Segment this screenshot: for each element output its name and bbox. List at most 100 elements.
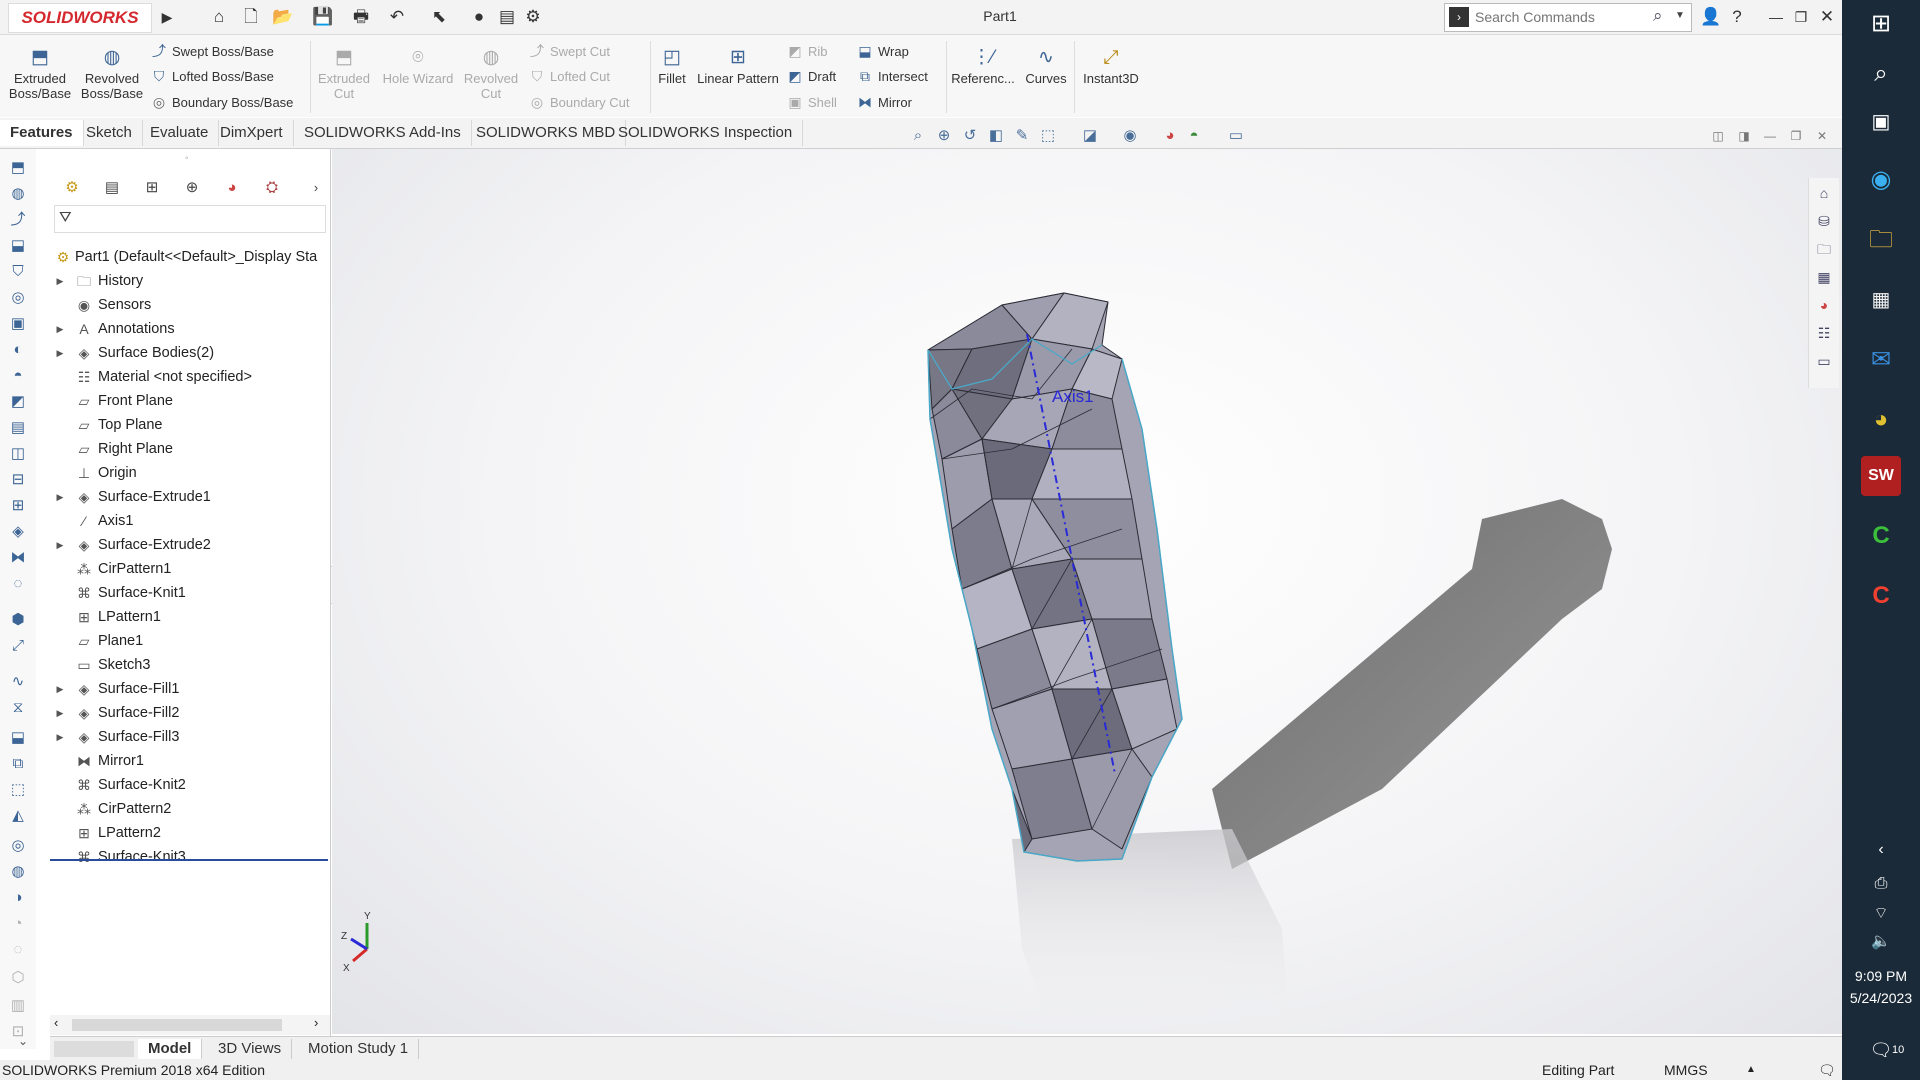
options-gear-icon[interactable]: ⚙ <box>522 6 544 28</box>
viewport-restore-icon[interactable]: ❐ <box>1786 126 1806 146</box>
tab-evaluate[interactable]: Evaluate <box>140 120 220 146</box>
print-icon[interactable]: 🖶 <box>350 6 372 28</box>
search-commands[interactable]: › ⌕ ▼ <box>1444 3 1692 32</box>
tree-item-plane1[interactable]: ▱ Plane1 <box>50 629 330 653</box>
scroll-left-icon[interactable]: ‹ <box>54 1015 58 1030</box>
expand-arrow-icon[interactable]: ▶ <box>54 269 66 293</box>
display-manager-tab-icon[interactable]: ◕ <box>220 177 244 199</box>
tree-item-cirpattern2[interactable]: ⁂ CirPattern2 <box>50 797 330 821</box>
tab-sketch[interactable]: Sketch <box>76 120 143 146</box>
property-manager-tab-icon[interactable]: ▤ <box>100 177 124 199</box>
apply-scene-icon[interactable]: ◓ <box>1184 126 1204 146</box>
lofted-boss-button[interactable]: ⛉ Lofted Boss/Base <box>150 65 274 87</box>
mail-icon[interactable]: ✉ <box>1861 340 1901 380</box>
file-properties-icon[interactable]: ▤ <box>496 6 518 28</box>
feature-shortcut-icon[interactable]: ◍ <box>7 183 29 205</box>
intersect-button[interactable]: ⧉ Intersect <box>856 65 928 87</box>
dynamic-annotation-icon[interactable]: ✎ <box>1012 126 1032 146</box>
feature-shortcut-icon[interactable]: ⧉ <box>7 753 29 775</box>
tabs-more-arrow-icon[interactable]: › <box>304 177 328 199</box>
help-icon[interactable]: ? <box>1726 6 1748 28</box>
previous-view-icon[interactable]: ↺ <box>960 126 980 146</box>
boundary-boss-button[interactable]: ◎ Boundary Boss/Base <box>150 91 294 113</box>
tab-solidworks-inspection[interactable]: SOLIDWORKS Inspection <box>608 120 804 146</box>
expand-arrow-icon[interactable]: ▶ <box>54 341 66 365</box>
tree-item-surface-knit3[interactable]: ⌘ Surface-Knit3 <box>50 845 330 869</box>
feature-shortcut-icon[interactable]: ▥ <box>7 995 29 1017</box>
task-view-icon[interactable]: ▣ <box>1861 102 1901 142</box>
expand-arrow-icon[interactable]: ▶ <box>54 677 66 701</box>
feature-shortcut-icon[interactable]: ⬓ <box>7 727 29 749</box>
file-explorer-icon[interactable]: 🗀 <box>1861 220 1901 260</box>
windows-start-icon[interactable]: ⊞ <box>1861 4 1901 44</box>
revolved-cut-button[interactable]: ◍ Revolved Cut <box>462 35 520 117</box>
design-library-icon[interactable]: ⛁ <box>1814 210 1834 232</box>
instant3d-button[interactable]: ⤢ Instant3D <box>1076 35 1146 117</box>
bottom-tab-model[interactable]: Model <box>138 1039 203 1059</box>
forum-icon[interactable]: ▭ <box>1814 350 1834 372</box>
close-icon[interactable]: ✕ <box>1816 6 1838 28</box>
rebuild-icon[interactable]: ● <box>468 6 490 28</box>
save-icon[interactable]: 💾 <box>312 6 334 28</box>
tab-solidworks-mbd[interactable]: SOLIDWORKS MBD <box>466 120 627 146</box>
mirror-button[interactable]: ⧓ Mirror <box>856 91 912 113</box>
viewport-close-icon[interactable]: ✕ <box>1812 126 1832 146</box>
edge-browser-icon[interactable]: ◉ <box>1861 160 1901 200</box>
tree-item-sensors[interactable]: ◉ Sensors <box>50 293 330 317</box>
feature-shortcut-icon[interactable]: ◭ <box>7 805 29 827</box>
units-menu-arrow-icon[interactable]: ▲ <box>1746 1060 1756 1080</box>
bottom-tab-motion-study-1[interactable]: Motion Study 1 <box>298 1039 420 1059</box>
view-palette-icon[interactable]: ▦ <box>1814 266 1834 288</box>
tree-item-lpattern2[interactable]: ⊞ LPattern2 <box>50 821 330 845</box>
feature-shortcut-icon[interactable]: ⬚ <box>7 779 29 801</box>
tree-item-surface-extrude2[interactable]: ▶ ◈ Surface-Extrude2 <box>50 533 330 557</box>
volume-icon[interactable]: 🔈 <box>1861 922 1901 962</box>
curves-button[interactable]: ∿ Curves <box>1020 35 1072 117</box>
solidworks-resources-icon[interactable]: ⌂ <box>1814 182 1834 204</box>
feature-shortcut-icon[interactable]: ⬓ <box>7 235 29 257</box>
graphics-area[interactable]: Axis1 Y X Z <box>332 149 1842 1034</box>
wrap-button[interactable]: ⬓ Wrap <box>856 40 908 62</box>
feature-shortcut-icon[interactable]: ◍ <box>7 861 29 883</box>
solidworks-taskbar-icon[interactable]: SW <box>1861 456 1901 496</box>
viewport-split-icon[interactable]: ◫ <box>1708 126 1728 146</box>
tree-item-surface-fill2[interactable]: ▶ ◈ Surface-Fill2 <box>50 701 330 725</box>
tree-item-top-plane[interactable]: ▱ Top Plane <box>50 413 330 437</box>
tree-item-surface-bodies-2[interactable]: ▶ ◈ Surface Bodies(2) <box>50 341 330 365</box>
viewport-minimize-icon[interactable]: — <box>1760 126 1780 146</box>
scroll-right-icon[interactable]: › <box>314 1015 318 1030</box>
swept-boss-button[interactable]: ⤴ Swept Boss/Base <box>150 40 274 62</box>
feature-shortcut-icon[interactable]: ◌ <box>7 939 29 961</box>
units-label[interactable]: MMGS <box>1664 1060 1708 1080</box>
feature-shortcut-icon[interactable]: ⊟ <box>7 469 29 491</box>
tab-solidworks-add-ins[interactable]: SOLIDWORKS Add-Ins <box>294 120 472 146</box>
feature-shortcut-icon[interactable]: ∿ <box>7 671 29 693</box>
expand-arrow-icon[interactable]: ▶ <box>54 725 66 749</box>
viewport-tile-icon[interactable]: ◨ <box>1734 126 1754 146</box>
revolved-boss-button[interactable]: ◍ Revolved Boss/Base <box>78 35 146 117</box>
new-document-icon[interactable]: 🗋 <box>240 6 262 28</box>
rollback-bar[interactable] <box>50 859 328 861</box>
microsoft-store-icon[interactable]: ▦ <box>1861 280 1901 320</box>
fillet-button[interactable]: ◰ Fillet <box>652 35 692 117</box>
tab-dimxpert[interactable]: DimXpert <box>210 120 294 146</box>
chevron-down-icon[interactable]: ▼ <box>1675 10 1685 21</box>
dimxpert-manager-tab-icon[interactable]: ⊕ <box>180 177 204 199</box>
tree-item-front-plane[interactable]: ▱ Front Plane <box>50 389 330 413</box>
clock-time[interactable]: 9:09 PM <box>1842 968 1920 984</box>
camtasia-green-icon[interactable]: C <box>1861 516 1901 556</box>
cam-manager-tab-icon[interactable]: ⛭ <box>260 177 284 199</box>
zoom-to-fit-icon[interactable]: ⌕ <box>908 126 928 146</box>
feature-shortcut-icon[interactable]: ▤ <box>7 417 29 439</box>
view-settings-icon[interactable]: ▭ <box>1226 126 1246 146</box>
tree-item-material-not-specified[interactable]: ☷ Material <not specified> <box>50 365 330 389</box>
solidworks-logo[interactable]: SOLIDWORKS <box>8 3 152 33</box>
feature-shortcut-icon[interactable]: ◓ <box>7 365 29 387</box>
tab-scroll-controls[interactable] <box>54 1041 134 1057</box>
feature-manager-tab-icon[interactable]: ⚙ <box>60 177 84 199</box>
feature-shortcut-icon[interactable]: ◎ <box>7 287 29 309</box>
tree-item-right-plane[interactable]: ▱ Right Plane <box>50 437 330 461</box>
configuration-manager-tab-icon[interactable]: ⊞ <box>140 177 164 199</box>
search-icon[interactable]: ⌕ <box>1653 6 1663 26</box>
extruded-boss-button[interactable]: ⬒ Extruded Boss/Base <box>4 35 76 117</box>
